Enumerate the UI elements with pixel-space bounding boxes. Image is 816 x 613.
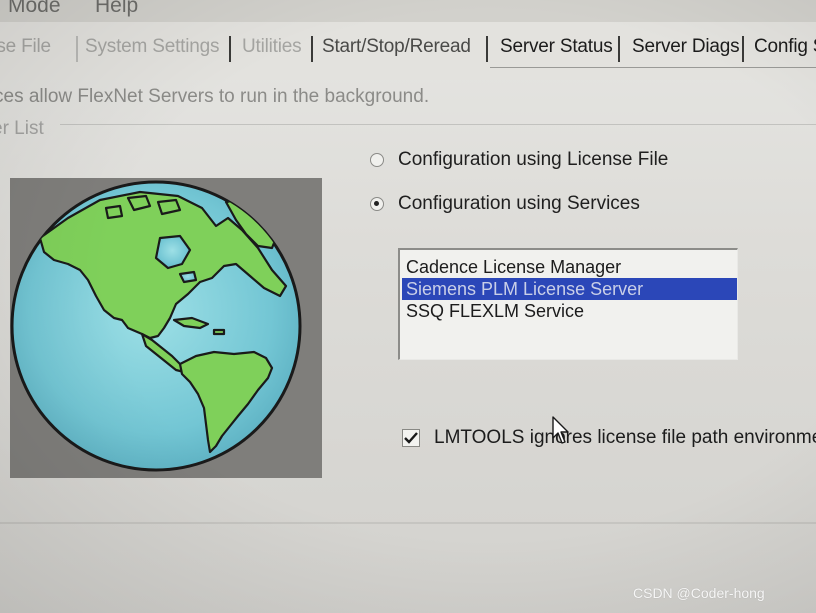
globe-icon — [10, 178, 322, 478]
config-services-label: Configuration using Services — [398, 193, 640, 214]
list-item[interactable]: SSQ FLEXLM Service — [402, 300, 737, 322]
config-license-file-label: Configuration using License File — [398, 149, 669, 170]
menu-bar: Mode Help — [0, 0, 816, 22]
tab-config-services[interactable]: Config S — [754, 36, 816, 58]
tab-separator — [311, 36, 313, 62]
menu-help[interactable]: Help — [95, 0, 138, 18]
group-box-bottom-border — [0, 522, 816, 524]
services-description: ces allow FlexNet Servers to run in the … — [0, 86, 430, 107]
tab-baseline — [490, 67, 816, 68]
watermark: CSDN @Coder-hong — [633, 585, 765, 601]
tab-separator — [618, 36, 620, 62]
tab-start-stop-reread[interactable]: Start/Stop/Reread — [322, 36, 471, 58]
lmtools-ignores-path-checkbox[interactable] — [402, 429, 420, 447]
radio-config-license-file[interactable] — [370, 153, 384, 167]
server-list-group-label: er List — [0, 118, 44, 139]
tab-server-status[interactable]: Server Status — [500, 36, 613, 58]
list-item[interactable]: Siemens PLM License Server — [402, 278, 737, 300]
tab-separator — [229, 36, 231, 62]
mouse-cursor-icon — [552, 416, 569, 444]
globe-image — [10, 178, 322, 478]
tab-utilities[interactable]: Utilities — [242, 36, 302, 58]
radio-config-services[interactable] — [370, 197, 384, 211]
menu-mode[interactable]: Mode — [8, 0, 61, 18]
config-license-file-option[interactable]: Configuration using License File — [370, 147, 668, 173]
list-item[interactable]: Cadence License Manager — [402, 256, 737, 278]
lmtools-window: Mode Help nse File System Settings Utili… — [0, 0, 816, 613]
checkmark-icon — [404, 432, 418, 444]
tab-server-diags[interactable]: Server Diags — [632, 36, 740, 58]
group-box-border — [60, 124, 816, 125]
tab-separator — [76, 36, 78, 62]
tab-system-settings[interactable]: System Settings — [85, 36, 219, 58]
tab-separator — [486, 36, 488, 62]
lmtools-ignores-path-option[interactable]: LMTOOLS ignores license file path enviro… — [402, 425, 816, 451]
services-listbox[interactable]: Cadence License Manager Siemens PLM Lice… — [398, 248, 738, 360]
lmtools-ignores-path-label: LMTOOLS ignores license file path enviro… — [434, 427, 816, 448]
tab-strip: nse File System Settings Utilities Start… — [0, 22, 816, 80]
tab-service-license-file[interactable]: nse File — [0, 36, 51, 58]
tab-separator — [742, 36, 744, 62]
config-services-option[interactable]: Configuration using Services — [370, 191, 640, 217]
